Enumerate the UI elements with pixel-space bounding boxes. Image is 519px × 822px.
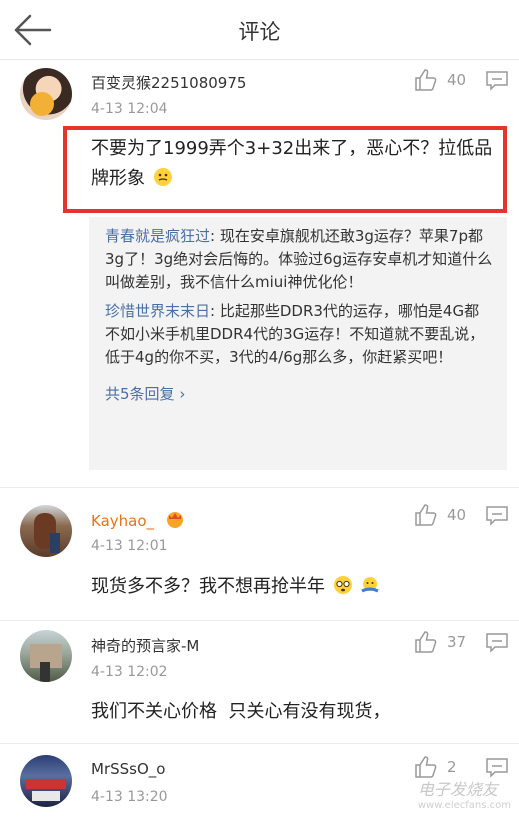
reply-icon[interactable]: [486, 506, 508, 526]
page-title: 评论: [238, 20, 281, 44]
emoji-icon: [333, 576, 352, 594]
reply-icon[interactable]: [486, 633, 508, 653]
thumbs-up-icon[interactable]: [414, 630, 438, 654]
avatar[interactable]: [20, 755, 72, 807]
avatar[interactable]: [20, 630, 72, 682]
thumbs-up-icon[interactable]: [414, 68, 438, 92]
more-replies-link[interactable]: 共5条回复 ›: [105, 383, 493, 404]
reply-icon[interactable]: [486, 71, 508, 91]
comment-time: 4-13 12:02: [91, 664, 168, 680]
reply-list: 青春就是疯狂过: 现在安卓旗舰机还敢3g运存？苹果7p都3g了！3g绝对会后悔的…: [89, 217, 507, 470]
comment-username[interactable]: Kayhao_: [91, 509, 185, 530]
comment-text: 我们不关心价格 只关心有没有现货，: [91, 701, 391, 722]
avatar[interactable]: [20, 505, 72, 557]
comment-text: 现货多不多？我不想再抢半年: [91, 572, 501, 602]
highlight-box: [63, 126, 507, 213]
comment-username[interactable]: 神奇的预言家-M: [91, 635, 199, 656]
emoji-icon: [361, 577, 380, 593]
crown-badge-icon: [166, 512, 183, 528]
reply-item[interactable]: 珍惜世界末末日: 比起那些DDR3代的运存，哪怕是4G都不如小米手机里DDR4代…: [105, 300, 493, 369]
comment-time: 4-13 12:04: [91, 101, 168, 117]
watermark: 电子发烧友 www.elecfans.com: [417, 780, 511, 811]
comment-time: 4-13 13:20: [91, 789, 168, 805]
reply-icon[interactable]: [486, 758, 508, 778]
reply-item[interactable]: 青春就是疯狂过: 现在安卓旗舰机还敢3g运存？苹果7p都3g了！3g绝对会后悔的…: [105, 225, 493, 294]
like-count: 2: [447, 758, 457, 776]
comment-username[interactable]: 百变灵猴2251080975: [91, 72, 246, 93]
thumbs-up-icon[interactable]: [414, 503, 438, 527]
like-count: 37: [447, 633, 467, 651]
divider: [0, 743, 519, 744]
avatar[interactable]: [20, 68, 72, 120]
top-bar: 评论: [0, 0, 519, 60]
like-count: 40: [447, 71, 467, 89]
reply-username[interactable]: 青春就是疯狂过: [105, 227, 210, 245]
divider: [0, 620, 519, 621]
like-count: 40: [447, 506, 467, 524]
divider: [0, 487, 519, 488]
comment-time: 4-13 12:01: [91, 538, 168, 554]
reply-username[interactable]: 珍惜世界末末日: [105, 302, 210, 320]
comment-username[interactable]: MrSSsO_o: [91, 760, 165, 778]
chevron-right-icon: ›: [179, 385, 186, 403]
